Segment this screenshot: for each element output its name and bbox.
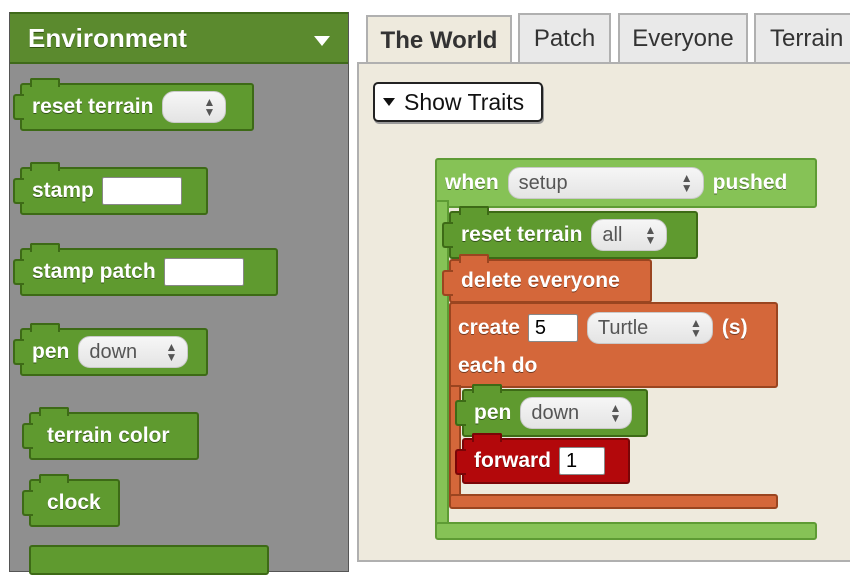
create-count-input[interactable]: 5: [527, 314, 578, 342]
create-block-row2: each do: [458, 354, 538, 377]
terrain-select[interactable]: ▲ ▼: [162, 91, 227, 123]
palette-block-clock[interactable]: clock: [22, 474, 120, 527]
palette-block-reset-terrain[interactable]: reset terrain ▲ ▼: [13, 78, 254, 131]
updown-arrows-icon: ▲ ▼: [609, 401, 622, 425]
updown-arrows-icon: ▲ ▼: [644, 223, 657, 247]
triangle-down-icon: [383, 98, 395, 106]
when-block-arm: [435, 200, 449, 530]
create-block-row1: create 5 Turtle ▲ ▼ (s): [451, 306, 758, 350]
block-label: forward: [474, 449, 552, 472]
pen-select[interactable]: down ▲ ▼: [520, 397, 633, 429]
palette-block-pen[interactable]: pen down ▲ ▼: [13, 323, 208, 376]
palette-block-terrain-color[interactable]: terrain color: [22, 407, 199, 460]
updown-arrows-icon: ▲ ▼: [165, 340, 178, 364]
pen-select[interactable]: down ▲ ▼: [78, 336, 189, 368]
breed-select[interactable]: Turtle ▲ ▼: [586, 312, 713, 344]
block-label: delete everyone: [461, 269, 620, 292]
updown-arrows-icon: ▲ ▼: [203, 95, 216, 119]
block-label: pen: [32, 340, 70, 363]
palette-block-stamp[interactable]: stamp: [13, 162, 208, 215]
tab-everyone[interactable]: Everyone: [618, 13, 748, 63]
event-select[interactable]: setup ▲ ▼: [507, 167, 704, 199]
block-forward[interactable]: forward 1: [455, 433, 630, 484]
when-block-bottom: [435, 522, 817, 540]
block-reset-terrain[interactable]: reset terrain all ▲ ▼: [442, 206, 698, 259]
block-label: terrain color: [47, 424, 170, 447]
when-block-content: when setup ▲ ▼ pushed: [437, 160, 797, 206]
updown-arrows-icon: ▲ ▼: [680, 171, 693, 195]
palette-title: Environment: [28, 23, 187, 53]
palette-block-stamp-patch[interactable]: stamp patch: [13, 243, 278, 296]
updown-arrows-icon: ▲ ▼: [690, 316, 702, 340]
block-delete-everyone[interactable]: delete everyone: [442, 254, 652, 303]
block-pen[interactable]: pen down ▲ ▼: [455, 384, 648, 437]
palette-block-partial[interactable]: [29, 545, 269, 575]
triangle-down-icon[interactable]: [314, 36, 330, 46]
create-block-bottom: [449, 494, 778, 509]
block-label: stamp patch: [32, 260, 156, 283]
block-label: stamp: [32, 179, 94, 202]
block-label: reset terrain: [461, 223, 583, 246]
terrain-select[interactable]: all ▲ ▼: [591, 219, 668, 251]
block-label: reset terrain: [32, 95, 154, 118]
show-traits-button[interactable]: Show Traits: [373, 82, 543, 122]
forward-input[interactable]: 1: [559, 447, 606, 475]
block-label: clock: [47, 491, 101, 514]
palette-header[interactable]: Environment: [10, 12, 348, 64]
block-label: pen: [474, 401, 512, 424]
tab-the-world[interactable]: The World: [366, 15, 512, 65]
tab-terrain[interactable]: Terrain: [754, 13, 850, 63]
stamp-patch-input[interactable]: [163, 258, 244, 286]
tab-patch[interactable]: Patch: [518, 13, 611, 63]
stamp-input[interactable]: [101, 177, 182, 205]
